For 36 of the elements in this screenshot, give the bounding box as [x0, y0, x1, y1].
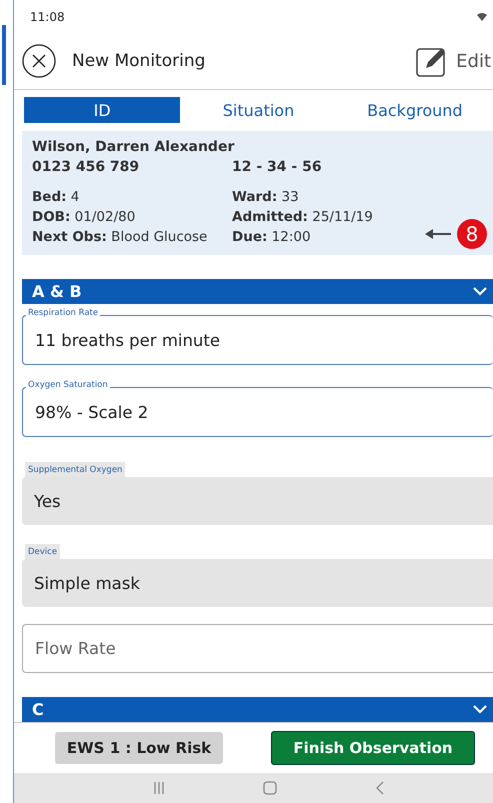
recent-apps-icon[interactable] — [153, 781, 166, 795]
patient-detail: DOB: 01/02/80 — [32, 209, 136, 225]
arrow-icon — [425, 229, 451, 239]
side-panel-edge — [2, 25, 6, 85]
home-icon[interactable] — [263, 781, 278, 795]
back-icon[interactable] — [376, 781, 384, 795]
chevron-icon — [473, 287, 487, 296]
input-field[interactable]: Yes — [22, 477, 493, 525]
tab[interactable]: Background — [336, 97, 493, 123]
field-label: Device — [25, 544, 60, 559]
patient-detail: Next Obs: Blood Glucose — [32, 229, 208, 245]
screen-title: New Monitoring — [72, 51, 206, 71]
section-header[interactable]: A & B — [22, 279, 493, 304]
tab[interactable]: ID — [24, 97, 180, 123]
patient-number: 0123 456 789 — [32, 159, 140, 175]
callout-badge: 8 — [457, 219, 487, 249]
input-field[interactable]: Simple mask — [22, 559, 493, 607]
finish-button[interactable]: Finish Observation — [271, 731, 475, 765]
field-label: Oxygen Saturation — [26, 380, 110, 390]
score-button[interactable]: EWS 1 : Low Risk — [55, 732, 223, 764]
patient-detail: Due: 12:00 — [232, 229, 311, 245]
input-field[interactable]: Flow Rate — [22, 624, 493, 673]
patient-detail: Admitted: 25/11/19 — [232, 209, 373, 225]
status-time: 11:08 — [30, 10, 65, 24]
wifi-icon — [477, 12, 487, 20]
edit-button[interactable]: Edit — [416, 45, 491, 77]
patient-name: Wilson, Darren Alexander — [32, 139, 236, 155]
patient-detail: Ward: 33 — [232, 189, 299, 205]
field-label: Respiration Rate — [26, 308, 100, 318]
patient-code: 12 - 34 - 56 — [232, 159, 322, 175]
close-button[interactable] — [22, 44, 56, 78]
patient-detail: Bed: 4 — [32, 189, 80, 205]
field-label: Supplemental Oxygen — [25, 462, 126, 477]
tab[interactable]: Situation — [180, 97, 337, 123]
section-header[interactable]: C — [22, 697, 493, 722]
chevron-icon — [473, 705, 487, 714]
